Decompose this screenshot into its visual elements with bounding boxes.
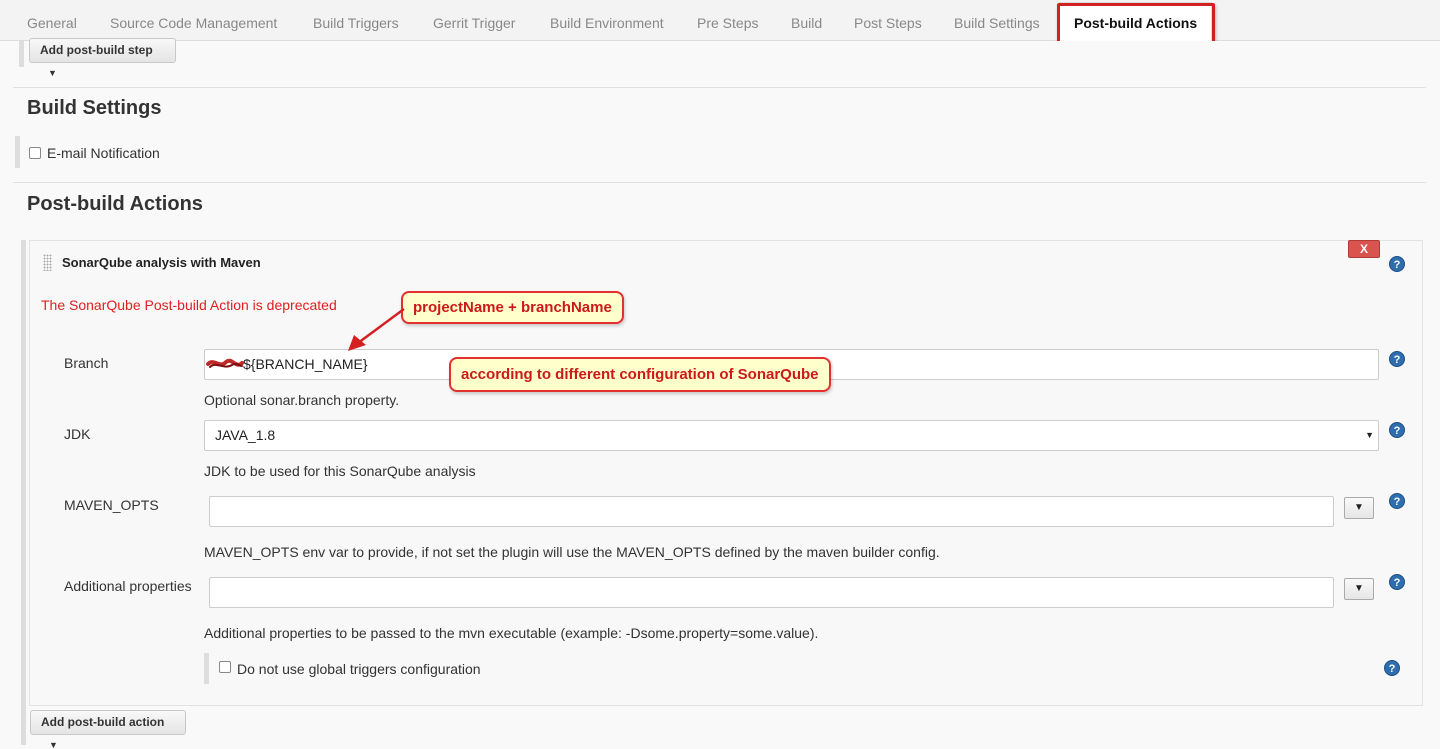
caret-down-icon: ▼: [48, 68, 57, 78]
tab-bar: General Source Code Management Build Tri…: [0, 0, 1440, 42]
divider: [13, 87, 1426, 88]
global-triggers-checkbox[interactable]: [219, 661, 231, 673]
annotation-callout-project-branch: projectName + branchName: [401, 291, 624, 324]
tab-pre-steps[interactable]: Pre Steps: [697, 0, 758, 41]
tab-build-environment[interactable]: Build Environment: [550, 0, 664, 41]
jdk-select[interactable]: JAVA_1.8 ▼: [204, 420, 1379, 451]
tab-build-settings[interactable]: Build Settings: [954, 0, 1040, 41]
additional-properties-label: Additional properties: [64, 578, 192, 594]
panel-title: SonarQube analysis with Maven: [62, 255, 261, 270]
section-edge-bar: [21, 240, 26, 745]
maven-opts-input[interactable]: [209, 496, 1334, 527]
expand-textarea-button[interactable]: ▼: [1344, 497, 1374, 519]
add-post-build-action-button[interactable]: Add post-build action ▼: [30, 710, 186, 749]
section-edge-bar: [204, 653, 209, 684]
jdk-description: JDK to be used for this SonarQube analys…: [204, 463, 476, 479]
annotation-callout-sonarqube-config: according to different configuration of …: [449, 357, 831, 392]
dropdown-arrow-icon: ▼: [1365, 430, 1374, 440]
email-notification-checkbox[interactable]: [29, 147, 41, 159]
tab-post-steps[interactable]: Post Steps: [854, 0, 922, 41]
branch-label: Branch: [64, 355, 109, 371]
deprecated-warning: The SonarQube Post-build Action is depre…: [41, 297, 337, 313]
jdk-label: JDK: [64, 426, 91, 442]
build-settings-title: Build Settings: [27, 97, 162, 119]
tab-build-triggers[interactable]: Build Triggers: [313, 0, 399, 41]
tab-post-build-actions[interactable]: Post-build Actions: [1059, 2, 1213, 42]
maven-opts-label: MAVEN_OPTS: [64, 497, 159, 513]
tab-source-code-management[interactable]: Source Code Management: [110, 0, 277, 41]
drag-handle-icon[interactable]: [43, 254, 52, 271]
add-post-build-step-button[interactable]: Add post-build step ▼: [29, 38, 176, 78]
additional-properties-input[interactable]: [209, 577, 1334, 608]
delete-step-button[interactable]: X: [1348, 240, 1380, 258]
expand-textarea-button[interactable]: ▼: [1344, 578, 1374, 600]
help-icon[interactable]: ?: [1389, 574, 1405, 590]
jdk-selected-value: JAVA_1.8: [215, 427, 276, 443]
post-build-actions-title: Post-build Actions: [27, 193, 203, 215]
section-edge-bar: [19, 41, 24, 67]
help-icon[interactable]: ?: [1389, 351, 1405, 367]
tab-build[interactable]: Build: [791, 0, 822, 41]
add-post-build-step-label: Add post-build step: [40, 43, 153, 57]
caret-down-icon: ▼: [49, 740, 58, 749]
add-post-build-action-label: Add post-build action: [41, 715, 165, 729]
help-icon[interactable]: ?: [1389, 422, 1405, 438]
divider: [13, 182, 1426, 183]
tab-gerrit-trigger[interactable]: Gerrit Trigger: [433, 0, 515, 41]
branch-description: Optional sonar.branch property.: [204, 392, 400, 408]
help-icon[interactable]: ?: [1384, 660, 1400, 676]
help-icon[interactable]: ?: [1389, 493, 1405, 509]
email-notification-label: E-mail Notification: [47, 145, 160, 161]
global-triggers-label: Do not use global triggers configuration: [237, 661, 481, 677]
section-edge-bar: [15, 136, 20, 168]
tab-general[interactable]: General: [27, 0, 77, 41]
maven-opts-description: MAVEN_OPTS env var to provide, if not se…: [204, 544, 940, 560]
help-icon[interactable]: ?: [1389, 256, 1405, 272]
additional-properties-description: Additional properties to be passed to th…: [204, 625, 819, 641]
